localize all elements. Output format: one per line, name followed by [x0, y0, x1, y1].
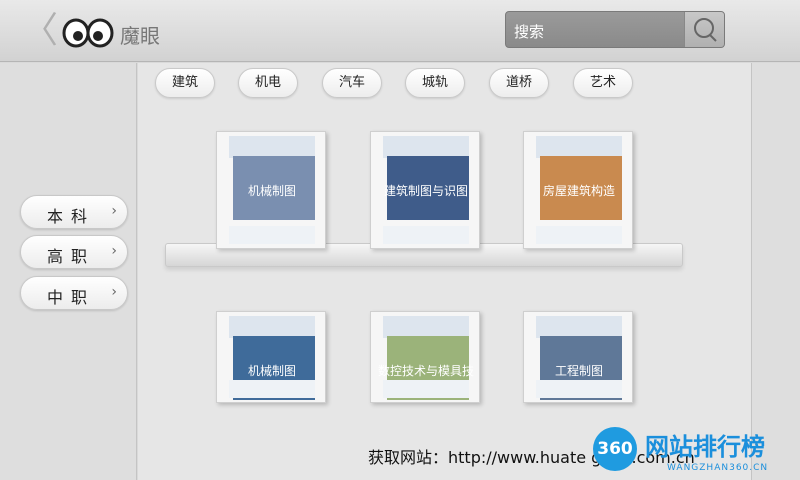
sidebar: 本科 › 高职 › 中职 › — [0, 63, 137, 480]
cover-header — [383, 136, 469, 158]
cover-footer — [383, 380, 469, 398]
book-cover[interactable]: 机械制图 — [216, 131, 326, 249]
book-cover[interactable]: 机械制图 与计算机绘图 — [216, 311, 326, 403]
badge-number: 360 — [593, 427, 637, 471]
sidebar-item-label: 本科 — [47, 207, 96, 226]
app-name: 魔眼 — [120, 24, 160, 48]
category-chip[interactable]: 艺术 — [573, 68, 633, 98]
sidebar-item-gaozhi[interactable]: 高职 › — [20, 235, 128, 269]
sidebar-item-zhongzhi[interactable]: 中职 › — [20, 276, 128, 310]
watermark-badge: 360 网站排行榜 WANGZHAN360.CN — [585, 425, 800, 480]
cover-header — [383, 316, 469, 338]
chevron-right-icon: › — [111, 284, 117, 300]
sidebar-item-label: 中职 — [47, 288, 96, 307]
book-cover[interactable]: 建筑制图与识图 — [370, 131, 480, 249]
chevron-right-icon: › — [111, 243, 117, 259]
back-chevron-icon[interactable]: 〈 — [22, 12, 58, 50]
category-chip[interactable]: 建筑 — [155, 68, 215, 98]
category-chip[interactable]: 城轨 — [405, 68, 465, 98]
cover-header — [229, 316, 315, 338]
sidebar-item-label: 高职 — [47, 247, 96, 266]
category-chip[interactable]: 道桥 — [489, 68, 549, 98]
book-title: 机械制图 — [247, 184, 296, 198]
category-chip[interactable]: 机电 — [238, 68, 298, 98]
cover-footer — [229, 380, 315, 398]
cover-header — [536, 136, 622, 158]
book-cover[interactable]: 房屋建筑构造 — [523, 131, 633, 249]
book-title: 房屋建筑构造 — [542, 184, 615, 198]
book-title: 工程制图 — [554, 364, 603, 378]
search-box[interactable]: 搜索 — [505, 11, 725, 48]
book-cover[interactable]: 数控技术与模具技术 — [370, 311, 480, 403]
search-input[interactable]: 搜索 — [514, 21, 544, 42]
book-cover[interactable]: 工程制图 — [523, 311, 633, 403]
sidebar-item-benke[interactable]: 本科 › — [20, 195, 128, 229]
category-chip[interactable]: 汽车 — [322, 68, 382, 98]
chevron-right-icon: › — [111, 203, 117, 219]
book-title: 建筑制图与识图 — [383, 184, 468, 198]
main-area — [138, 63, 751, 480]
badge-title: 网站排行榜 — [645, 433, 765, 461]
eyes-logo-icon — [62, 18, 114, 48]
cover-footer — [536, 380, 622, 398]
right-panel — [751, 63, 800, 480]
search-button[interactable] — [684, 12, 724, 47]
cover-footer — [536, 226, 622, 244]
badge-url: WANGZHAN360.CN — [667, 463, 769, 473]
cover-header — [229, 136, 315, 158]
top-bar: 〈 魔眼 搜索 — [0, 0, 800, 62]
search-icon — [694, 18, 717, 42]
cover-header — [536, 316, 622, 338]
cover-footer — [383, 226, 469, 244]
cover-footer — [229, 226, 315, 244]
